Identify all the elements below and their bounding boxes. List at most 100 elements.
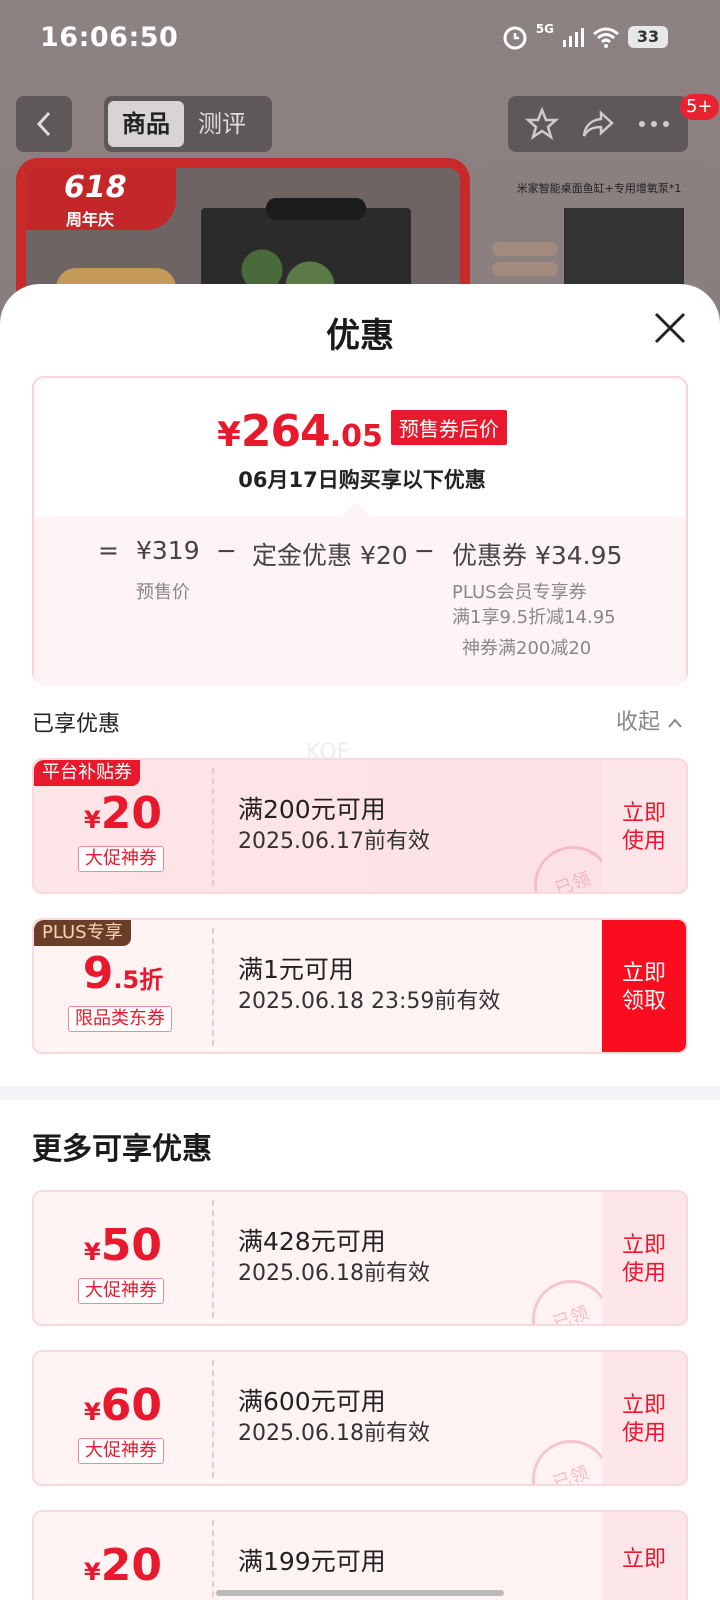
product-nav-bar: 商品 测评 5+ <box>0 94 720 152</box>
coupon-card: 平台补贴券 ¥20 大促神券 满200元可用 2025.06.17前有效 已领 … <box>32 758 688 894</box>
claim-coupon-button[interactable]: 立即领取 <box>602 920 686 1052</box>
coupon-value: 20 <box>100 788 162 839</box>
coupon-info: 满200元可用 2025.06.17前有效 <box>238 794 430 858</box>
coupon-currency: ¥ <box>84 806 101 834</box>
coupon-kind: 大促神券 <box>78 1438 164 1464</box>
coupon-value: 60 <box>100 1380 162 1431</box>
coupon-condition: 满600元可用 <box>238 1387 386 1416</box>
coupon-divider <box>212 1520 214 1600</box>
coupon-card: ¥50 大促神券 满428元可用 2025.06.18前有效 已领 立即使用 <box>32 1190 688 1326</box>
use-coupon-label: 立即 <box>621 1547 666 1572</box>
price-decimal: .05 <box>329 419 383 454</box>
alarm-icon <box>503 26 527 50</box>
use-coupon-label: 立即使用 <box>621 1393 666 1446</box>
more-offers-title: 更多可享优惠 <box>32 1132 212 1167</box>
coupon-info: 满600元可用 2025.06.18前有效 <box>238 1386 430 1450</box>
product-tabs: 商品 测评 <box>104 96 272 152</box>
use-coupon-button[interactable]: 立即使用 <box>602 1192 686 1324</box>
status-bar: 16:06:50 5G 33 <box>0 0 720 80</box>
presale-price: ¥319 <box>136 536 200 565</box>
coupon-value-area: ¥60 大促神券 <box>34 1352 212 1484</box>
close-icon[interactable] <box>652 310 688 346</box>
coupon-validity: 2025.06.18前有效 <box>238 1261 430 1286</box>
chevron-up-icon <box>668 718 682 728</box>
coupon-card: PLUS专享 9.5折 限品类东券 满1元可用 2025.06.18 23:59… <box>32 918 688 1054</box>
use-coupon-button[interactable]: 立即 <box>602 1512 686 1600</box>
coupon-currency: ¥ <box>84 1398 101 1426</box>
coupon-validity: 2025.06.17前有效 <box>238 829 430 854</box>
fish-tank-lid <box>266 198 366 220</box>
collapse-label: 收起 <box>616 710 661 735</box>
header-actions <box>508 96 688 152</box>
coupon-value: 50 <box>100 1220 162 1271</box>
coupon-discount-suffix: .5折 <box>113 966 164 994</box>
coupon-condition: 满428元可用 <box>238 1227 386 1256</box>
coupon-value-area: PLUS专享 9.5折 限品类东券 <box>34 920 212 1052</box>
equals-sign: = <box>98 536 119 565</box>
coupon-card: ¥20 满199元可用 立即 <box>32 1510 688 1600</box>
promo-618-text: 618 <box>64 170 127 205</box>
tab-review[interactable]: 测评 <box>184 101 260 147</box>
sheet-title: 优惠 <box>326 316 394 356</box>
coupon-currency: ¥ <box>84 1238 101 1266</box>
tab-product[interactable]: 商品 <box>108 101 184 147</box>
use-coupon-button[interactable]: 立即使用 <box>602 760 686 892</box>
price-currency: ¥ <box>217 415 241 455</box>
coupon-condition: 满199元可用 <box>238 1547 386 1576</box>
coupon-value-area: ¥20 <box>34 1512 212 1600</box>
coupon-amount: ¥20 <box>34 788 212 839</box>
coupon-amount: ¥20 <box>34 1540 212 1591</box>
star-icon[interactable] <box>525 107 559 141</box>
purchase-date-note: 06月17日购买享以下优惠 <box>238 468 486 492</box>
coupon-detail-plus: PLUS会员专享券 <box>452 582 587 603</box>
use-coupon-label: 立即使用 <box>621 1233 666 1286</box>
more-icon[interactable] <box>637 119 671 129</box>
back-button[interactable] <box>16 96 72 152</box>
minus-sign: − <box>216 536 237 565</box>
use-coupon-button[interactable]: 立即使用 <box>602 1352 686 1484</box>
product-page-background: 16:06:50 5G 33 商品 测评 5+ 618 周年庆 米家智能桌面鱼缸… <box>0 0 720 308</box>
coupon-value: 20 <box>100 1540 162 1591</box>
coupon-card: ¥60 大促神券 满600元可用 2025.06.18前有效 已领 立即使用 <box>32 1350 688 1486</box>
coupon-divider <box>212 1200 214 1318</box>
final-price-row: ¥264.05 预售券后价 <box>34 406 690 457</box>
coupon-value-area: ¥50 大促神券 <box>34 1192 212 1324</box>
home-indicator[interactable] <box>216 1590 504 1596</box>
coupon-value-area: 平台补贴券 ¥20 大促神券 <box>34 760 212 892</box>
minus-sign: − <box>414 536 435 565</box>
use-coupon-label: 立即使用 <box>621 801 666 854</box>
battery-indicator: 33 <box>628 26 668 48</box>
coupon-value: 9 <box>82 948 114 999</box>
coupon-info: 满1元可用 2025.06.18 23:59前有效 <box>238 954 500 1018</box>
coupon-detail-discount: 满1享9.5折减14.95 <box>452 607 616 628</box>
coupon-discount-total: 优惠券 ¥34.95 <box>452 541 623 570</box>
price-integer: 264 <box>240 406 331 457</box>
status-time: 16:06:50 <box>40 22 179 53</box>
price-summary-card: ¥264.05 预售券后价 06月17日购买享以下优惠 = ¥319 预售价 − … <box>32 376 690 686</box>
share-icon[interactable] <box>581 109 615 139</box>
section-divider <box>0 1086 720 1100</box>
promo-anniversary-text: 周年庆 <box>66 210 115 229</box>
coupon-kind: 大促神券 <box>78 1278 164 1304</box>
thumbnail-pill <box>492 262 558 276</box>
coupon-currency: ¥ <box>84 1558 101 1586</box>
coupon-amount: ¥60 <box>34 1380 212 1431</box>
status-icons: 5G 33 <box>502 22 668 50</box>
chevron-left-icon <box>36 111 51 137</box>
coupon-info: 满428元可用 2025.06.18前有效 <box>238 1226 430 1290</box>
thumbnail-title: 米家智能桌面鱼缸+专用增氧泵*1 <box>516 182 682 195</box>
coupon-amount: ¥50 <box>34 1220 212 1271</box>
coupon-corner-tag: 平台补贴券 <box>34 760 140 786</box>
coupon-corner-tag: PLUS专享 <box>34 920 131 946</box>
coupon-kind: 大促神券 <box>78 846 164 872</box>
thumbnail-pill <box>492 242 558 256</box>
enjoyed-section-label: 已享优惠 <box>32 712 121 737</box>
collapse-button[interactable]: 收起 <box>616 704 683 736</box>
coupon-detail-super: 神券满200减20 <box>462 638 592 659</box>
final-price: ¥264.05 <box>217 406 383 457</box>
coupon-divider <box>212 928 214 1046</box>
claim-coupon-label: 立即领取 <box>621 961 666 1014</box>
deposit-discount: 定金优惠 ¥20 <box>252 541 408 570</box>
coupon-condition: 满200元可用 <box>238 795 386 824</box>
presale-price-label: 预售价 <box>136 582 190 603</box>
